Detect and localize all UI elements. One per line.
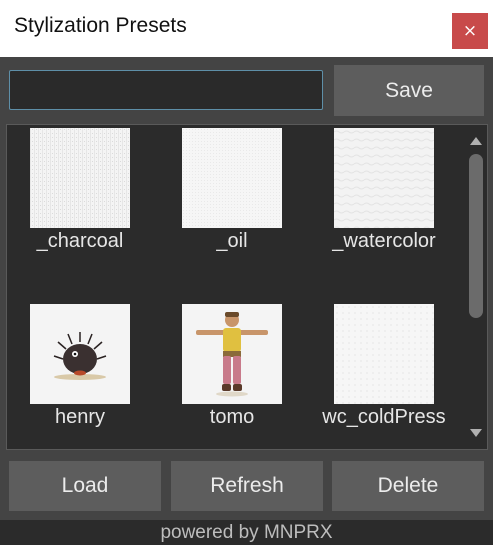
cold-press-paper-thumbnail — [334, 304, 434, 404]
powered-by-text: powered by MNPRX — [160, 522, 333, 543]
scroll-down-arrow-icon[interactable] — [470, 429, 482, 437]
preset-label: _oil — [216, 230, 248, 252]
oil-canvas-thumbnail — [182, 128, 282, 228]
watercolor-paper-thumbnail — [334, 128, 434, 228]
scroll-up-arrow-icon[interactable] — [470, 137, 482, 145]
preset-name-input[interactable] — [9, 70, 323, 110]
refresh-button[interactable]: Refresh — [171, 461, 323, 511]
title-bar: Stylization Presets × — [0, 0, 493, 57]
preset-label: wc_coldPress — [322, 406, 446, 428]
window-title: Stylization Presets — [14, 14, 187, 37]
tomo-thumbnail — [182, 304, 282, 404]
preset-tile-watercolor[interactable]: _watercolor — [311, 125, 457, 285]
preset-label: henry — [54, 406, 106, 428]
preset-tile-henry[interactable]: henry — [7, 301, 153, 449]
preset-label: tomo — [209, 406, 255, 428]
preset-label: _watercolor — [332, 230, 436, 252]
henry-thumbnail — [30, 304, 130, 404]
preset-tile-oil[interactable]: _oil — [159, 125, 305, 285]
close-icon: × — [462, 21, 478, 41]
save-button[interactable]: Save — [334, 65, 484, 116]
preset-label: _charcoal — [36, 230, 124, 252]
preset-grid: _charcoal _oil _watercolor henry tomo wc… — [6, 124, 488, 450]
vertical-scrollbar[interactable] — [467, 131, 485, 445]
preset-tile-wc-coldpress[interactable]: wc_coldPress — [311, 301, 457, 449]
scrollbar-thumb[interactable] — [469, 154, 483, 318]
preset-tile-tomo[interactable]: tomo — [159, 301, 305, 449]
load-button[interactable]: Load — [9, 461, 161, 511]
delete-button[interactable]: Delete — [332, 461, 484, 511]
preset-tile-charcoal[interactable]: _charcoal — [7, 125, 153, 285]
footer: powered by MNPRX — [0, 520, 493, 545]
charcoal-paper-thumbnail — [30, 128, 130, 228]
close-button[interactable]: × — [452, 13, 488, 49]
